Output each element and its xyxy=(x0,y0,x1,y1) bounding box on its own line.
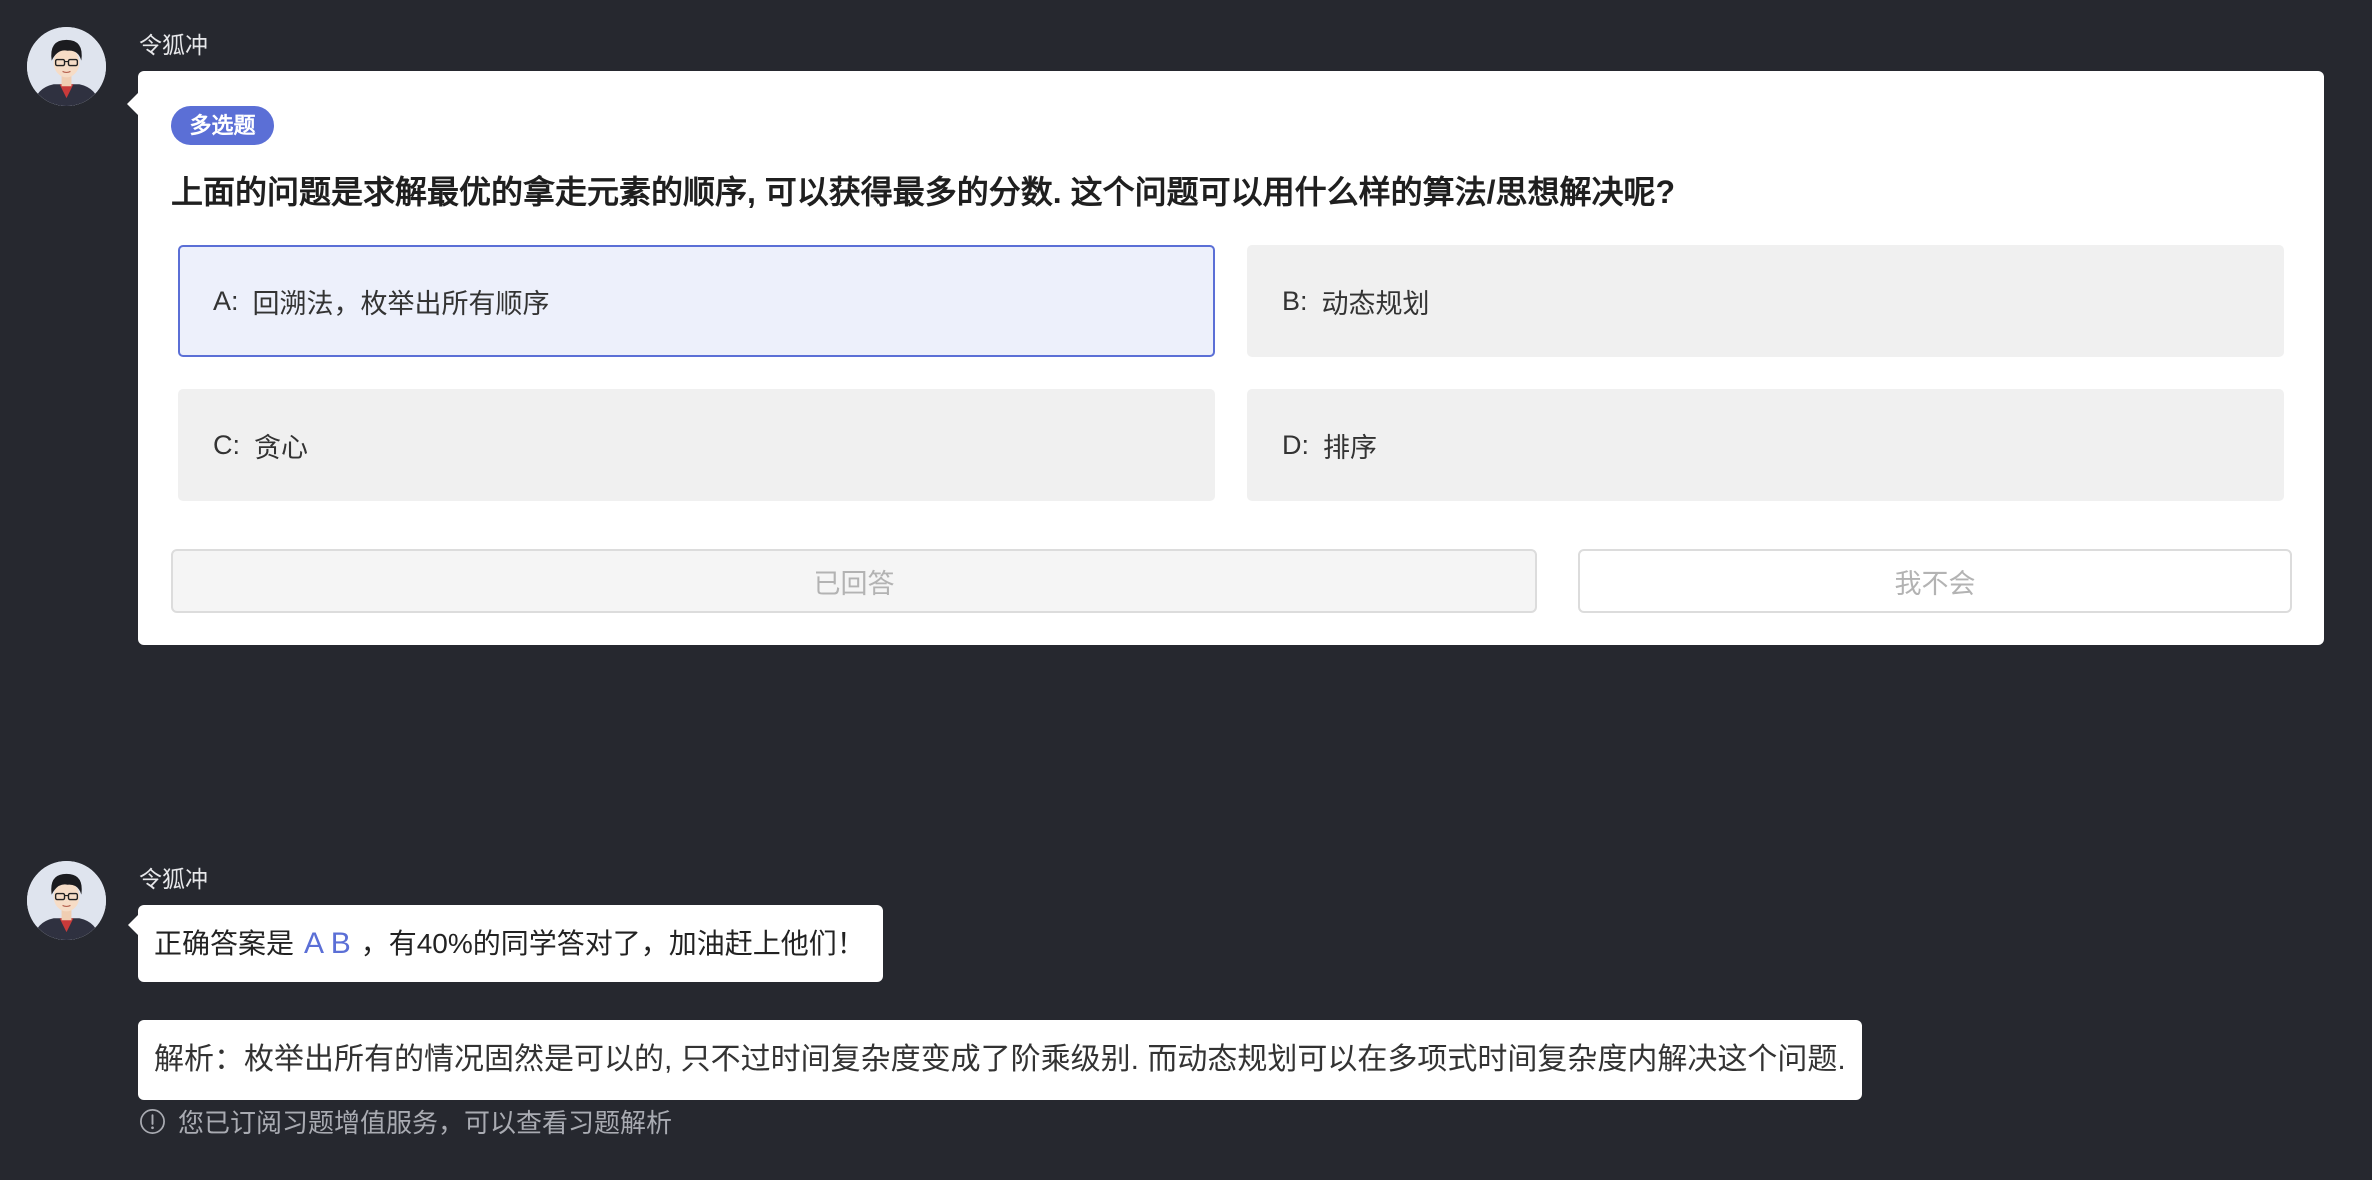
avatar-boy-glasses-icon xyxy=(27,27,106,106)
option-c[interactable]: C: 贪心 xyxy=(178,389,1215,501)
option-key: B: xyxy=(1282,285,1308,316)
option-label: 动态规划 xyxy=(1321,288,1430,319)
dont-know-button[interactable]: 我不会 xyxy=(1578,549,2292,613)
exclamation-circle-icon xyxy=(140,1108,165,1134)
analysis-label: 解析： xyxy=(154,1043,244,1076)
analysis-text: 枚举出所有的情况固然是可以的, 只不过时间复杂度变成了阶乘级别. 而动态规划可以… xyxy=(244,1043,1846,1076)
option-label: 贪心 xyxy=(254,432,308,463)
option-key: D: xyxy=(1282,429,1309,460)
option-label: 排序 xyxy=(1323,432,1377,463)
question-type-badge: 多选题 xyxy=(171,106,274,145)
option-b[interactable]: B: 动态规划 xyxy=(1247,245,2284,357)
option-d[interactable]: D: 排序 xyxy=(1247,389,2284,501)
sender-name: 令狐冲 xyxy=(139,866,208,892)
answer-prefix: 正确答案是 xyxy=(154,928,295,959)
answer-suffix: ，有40%的同学答对了，加油赶上他们！ xyxy=(360,928,865,959)
question-text: 上面的问题是求解最优的拿走元素的顺序, 可以获得最多的分数. 这个问题可以用什么… xyxy=(171,174,1676,210)
sender-name: 令狐冲 xyxy=(139,32,208,58)
option-key: A: xyxy=(213,285,239,316)
analysis-bubble: 解析：枚举出所有的情况固然是可以的, 只不过时间复杂度变成了阶乘级别. 而动态规… xyxy=(138,1020,1862,1100)
correct-answer: A B xyxy=(304,927,351,960)
subscription-notice: 您已订阅习题增值服务，可以查看习题解析 xyxy=(139,1106,672,1138)
answer-bubble: 正确答案是 A B ，有40%的同学答对了，加油赶上他们！ xyxy=(128,905,883,982)
notice-text: 您已订阅习题增值服务，可以查看习题解析 xyxy=(178,1107,673,1138)
question-card: 多选题 上面的问题是求解最优的拿走元素的顺序, 可以获得最多的分数. 这个问题可… xyxy=(127,71,2324,645)
option-a[interactable]: A: 回溯法，枚举出所有顺序 xyxy=(178,245,1215,357)
option-label: 回溯法，枚举出所有顺序 xyxy=(252,288,550,319)
avatar-boy-glasses-icon xyxy=(27,861,106,940)
option-key: C: xyxy=(213,429,240,460)
avatar[interactable] xyxy=(27,861,106,940)
avatar[interactable] xyxy=(27,27,106,106)
answered-button[interactable]: 已回答 xyxy=(171,549,1537,613)
